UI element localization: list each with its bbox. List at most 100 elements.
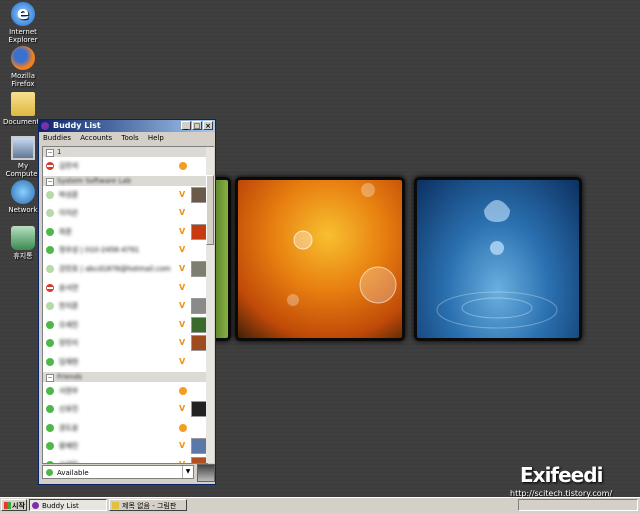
collapse-icon[interactable]: − [46, 149, 54, 157]
watermark-logo: Exifeedi [520, 463, 603, 487]
status-away-icon [46, 190, 54, 199]
buddy-row[interactable]: 황예린 V [43, 437, 207, 456]
maximize-button[interactable]: □ [192, 121, 202, 130]
menu-accounts[interactable]: Accounts [80, 134, 112, 142]
buddy-name: 임재현 [59, 357, 79, 366]
status-available-icon [46, 246, 54, 255]
buddy-name: 강민호 | abcd1876@hotmail.com [59, 264, 171, 273]
buddy-name: 박성훈 [59, 190, 79, 199]
buddy-avatar [191, 316, 207, 333]
protocol-icon: V [179, 263, 186, 273]
minimize-button[interactable]: _ [181, 121, 191, 130]
buddy-name: 윤서연 [59, 283, 79, 292]
buddy-row[interactable]: 권도윤 [43, 419, 207, 438]
status-available-icon [46, 442, 54, 451]
close-button[interactable]: × [203, 121, 213, 130]
collapse-icon[interactable]: − [46, 177, 54, 186]
status-available-icon [46, 339, 54, 348]
status-away-icon [46, 302, 54, 311]
buddy-row[interactable]: 송태민 V [43, 456, 207, 463]
photo-orange-flower[interactable] [235, 177, 405, 341]
buddy-name: 오세진 [59, 320, 79, 329]
status-available-icon [46, 320, 54, 329]
pidgin-icon [32, 502, 39, 509]
buddy-avatar [191, 456, 207, 463]
protocol-icon: V [179, 460, 185, 463]
scrollbar-thumb[interactable] [206, 175, 214, 245]
menu-bar: Buddies Accounts Tools Help [39, 132, 215, 144]
buddy-name: 정우성 | 010-2456-4791 [59, 246, 140, 255]
collapse-icon[interactable]: − [46, 373, 54, 382]
buddy-list[interactable]: −1 김민석 − System Software Lab 박성훈 V 이지은 V 최준 V 정우성 … [42, 146, 208, 464]
msn-icon [179, 423, 187, 434]
protocol-icon: V [179, 226, 186, 236]
status-busy-icon [46, 283, 54, 292]
buddy-row[interactable]: 서현우 [43, 382, 207, 401]
menu-tools[interactable]: Tools [121, 134, 138, 142]
buddy-row[interactable]: 한지훈 V [43, 297, 207, 316]
buddy-row[interactable]: 장민지 V [43, 334, 207, 353]
buddy-list-window[interactable]: Buddy List _ □ × Buddies Accounts Tools … [38, 119, 216, 485]
group-header[interactable]: − Friends [43, 371, 207, 382]
available-status-icon [46, 469, 53, 476]
recycle-bin-icon [11, 226, 35, 250]
status-available-icon [46, 460, 54, 463]
buddy-row[interactable]: 강민호 | abcd1876@hotmail.com V [43, 260, 207, 279]
buddy-name: 김민석 [59, 162, 79, 170]
photo-water-drop[interactable] [414, 177, 582, 341]
buddy-avatar [191, 298, 207, 315]
buddy-row[interactable]: 윤서연 V [43, 279, 207, 298]
status-available-icon [46, 227, 54, 236]
paint-icon [112, 502, 119, 509]
buddy-row[interactable]: 신유진 V [43, 400, 207, 419]
buddy-row[interactable]: 김민석 [43, 157, 207, 176]
firefox-icon [11, 46, 35, 70]
task-buddy-list[interactable]: Buddy List [29, 499, 107, 511]
pidgin-icon [41, 122, 49, 130]
buddy-name: 최준 [59, 227, 72, 236]
desktop-icon[interactable]: Mozilla Firefox [0, 46, 46, 88]
protocol-icon: V [179, 356, 186, 366]
status-available-icon [46, 386, 54, 395]
group-header[interactable]: −1 [43, 147, 207, 157]
buddy-avatar [191, 223, 207, 240]
protocol-icon: V [179, 319, 186, 329]
status-selector[interactable]: Available ▼ [42, 465, 194, 479]
buddy-row[interactable]: 정우성 | 010-2456-4791 V [43, 241, 207, 260]
group-name: System Software Lab [57, 176, 132, 185]
buddy-name: 황예린 [59, 442, 79, 451]
protocol-icon: V [179, 282, 186, 292]
buddy-row[interactable]: 박성훈 V [43, 186, 207, 205]
buddy-name: 이지은 [59, 209, 79, 218]
start-button[interactable]: 시작 [1, 499, 27, 511]
desktop-icon[interactable]: e Internet Explorer [0, 2, 46, 44]
buddy-name: 서현우 [59, 386, 79, 395]
msn-icon [179, 162, 187, 172]
menu-help[interactable]: Help [148, 134, 164, 142]
buddy-row[interactable]: 이지은 V [43, 204, 207, 223]
title-bar[interactable]: Buddy List _ □ × [39, 120, 215, 132]
chevron-down-icon[interactable]: ▼ [182, 466, 193, 478]
protocol-icon: V [179, 208, 186, 218]
status-busy-icon [46, 162, 54, 170]
desktop-icon-label: Internet Explorer [8, 28, 38, 44]
buddy-name: 권도윤 [59, 423, 79, 432]
buddy-avatar [191, 186, 207, 203]
desktop-icon-label: Mozilla Firefox [10, 72, 36, 88]
group-header[interactable]: − System Software Lab [43, 175, 207, 186]
task-paint[interactable]: 제목 없음 - 그림판 [109, 499, 187, 511]
buddy-row[interactable]: 오세진 V [43, 316, 207, 335]
my-avatar[interactable] [197, 464, 215, 482]
group-name: 1 [57, 148, 62, 156]
menu-buddies[interactable]: Buddies [43, 134, 71, 142]
buddy-row[interactable]: 최준 V [43, 223, 207, 242]
protocol-icon: V [179, 338, 186, 348]
protocol-icon: V [179, 301, 186, 311]
status-available-icon [46, 423, 54, 432]
buddy-avatar [191, 438, 207, 455]
scrollbar[interactable] [206, 146, 214, 463]
buddy-row[interactable]: 임재현 V [43, 353, 207, 372]
computer-icon [11, 136, 35, 160]
buddy-name: 신유진 [59, 405, 79, 414]
taskbar: 시작 Buddy List 제목 없음 - 그림판 [0, 497, 640, 513]
